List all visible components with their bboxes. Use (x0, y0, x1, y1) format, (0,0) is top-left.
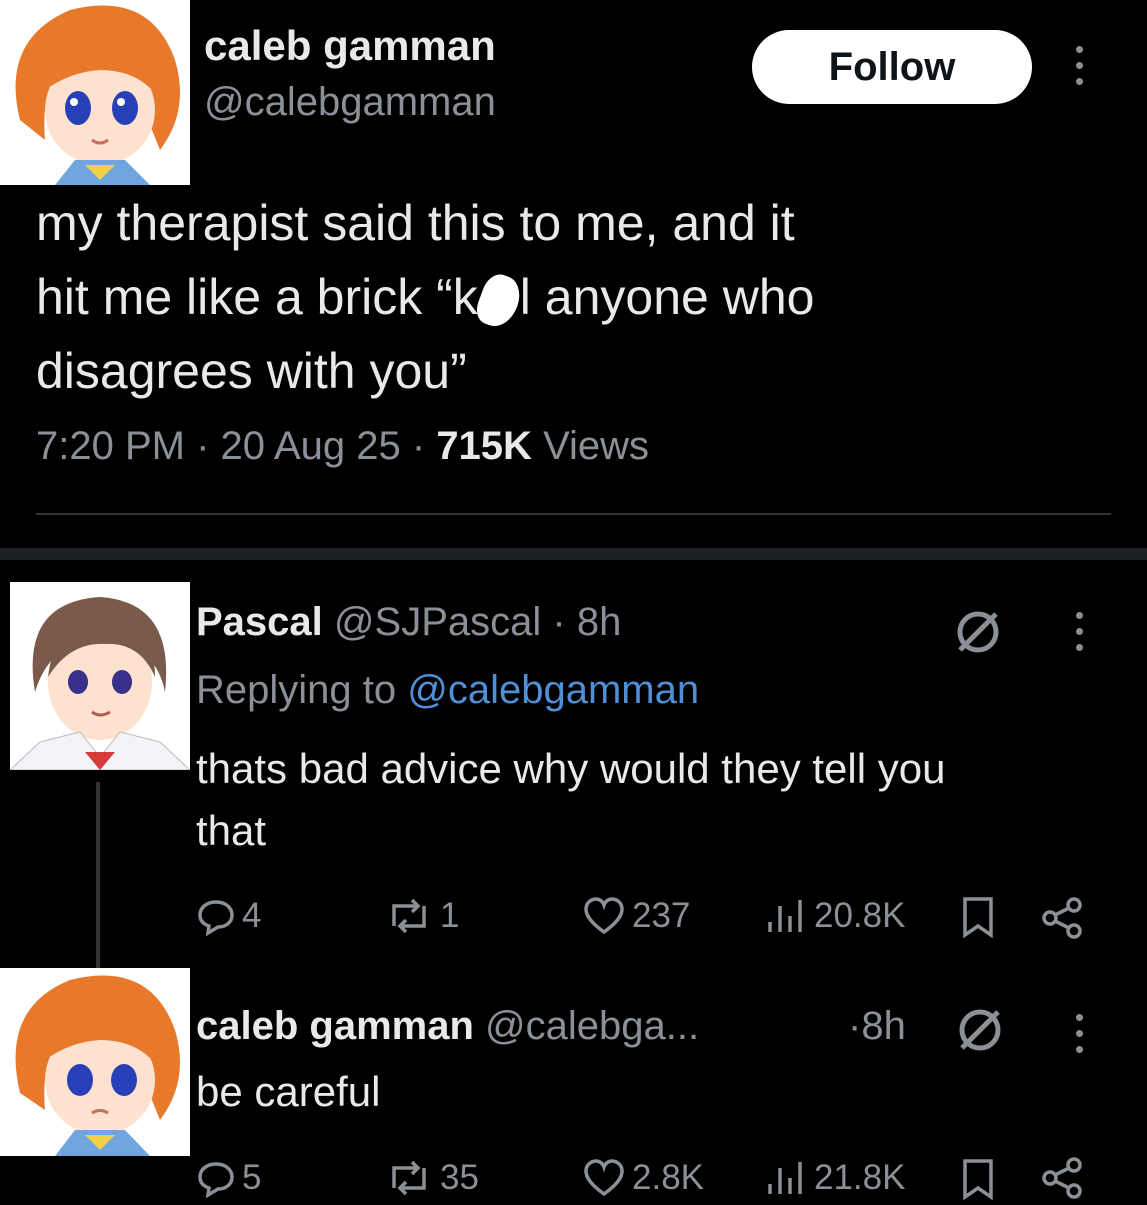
reply-header: Pascal @SJPascal · 8h (196, 600, 622, 644)
more-icon[interactable] (1076, 46, 1083, 85)
views-count: 715K (436, 424, 532, 468)
hidden-reply-icon[interactable] (954, 1004, 1006, 1061)
author-handle[interactable]: @SJPascal (334, 600, 541, 644)
reply-time[interactable]: 8h (861, 1004, 906, 1048)
reply-text: be careful (196, 1068, 381, 1115)
tweet-time[interactable]: 7:20 PM (36, 424, 185, 468)
reply-count: 5 (242, 1158, 262, 1197)
views-button[interactable]: 20.8K (764, 896, 905, 936)
author-name[interactable]: caleb gamman (196, 1004, 474, 1048)
share-icon (1042, 897, 1082, 939)
views-count: 21.8K (814, 1158, 906, 1197)
avatar[interactable] (0, 968, 190, 1156)
bookmark-icon (963, 897, 993, 939)
reply-button[interactable]: 4 (196, 896, 261, 936)
reply-icon (198, 900, 234, 936)
like-icon (584, 897, 624, 935)
repost-count: 1 (440, 896, 460, 935)
more-icon[interactable] (1076, 1014, 1083, 1053)
like-count: 237 (632, 896, 691, 935)
repost-icon (392, 898, 426, 934)
share-button[interactable] (1040, 1156, 1084, 1205)
replying-to: Replying to @calebgamman (196, 668, 700, 712)
reply-header: caleb gamman @calebga... (196, 1004, 699, 1049)
like-count: 2.8K (632, 1158, 704, 1197)
author-name[interactable]: Pascal (196, 600, 323, 644)
hidden-reply-icon[interactable] (952, 606, 1004, 663)
reply-button[interactable]: 5 (196, 1158, 261, 1198)
redaction-mark (472, 269, 526, 332)
like-icon (584, 1159, 624, 1197)
author-name[interactable]: caleb gamman (204, 22, 496, 70)
tweet-text-line: disagrees with you” (36, 343, 467, 399)
follow-button[interactable]: Follow (752, 30, 1032, 104)
more-icon[interactable] (1076, 612, 1083, 651)
bookmark-button[interactable] (960, 896, 996, 943)
views-icon (768, 900, 802, 932)
tweet-meta: 7:20 PM · 20 Aug 25 · 715K Views (36, 424, 650, 468)
like-button[interactable]: 237 (582, 896, 690, 936)
share-icon (1042, 1157, 1082, 1199)
reply-text: thats bad advice why would they tell you… (196, 745, 946, 854)
author-handle[interactable]: @calebga... (485, 1004, 699, 1048)
views-count: 20.8K (814, 896, 906, 935)
divider (36, 513, 1111, 515)
mention-link[interactable]: @calebgamman (407, 668, 699, 712)
views-label: Views (543, 424, 650, 468)
thread-line (96, 782, 100, 982)
author-handle[interactable]: @calebgamman (204, 80, 496, 125)
reply-count: 4 (242, 896, 262, 935)
reply-time[interactable]: 8h (577, 600, 622, 644)
tweet-text: my therapist said this to me, and it hit… (36, 186, 814, 408)
reply-icon (198, 1162, 234, 1198)
section-divider (0, 548, 1147, 560)
tweet-date[interactable]: 20 Aug 25 (221, 424, 401, 468)
repost-count: 35 (440, 1158, 479, 1197)
avatar[interactable] (0, 0, 190, 185)
bookmark-icon (963, 1159, 993, 1201)
like-button[interactable]: 2.8K (582, 1158, 704, 1198)
share-button[interactable] (1040, 896, 1084, 945)
avatar[interactable] (10, 582, 190, 770)
repost-button[interactable]: 1 (384, 896, 459, 936)
repost-icon (392, 1160, 426, 1196)
views-button[interactable]: 21.8K (764, 1158, 905, 1198)
tweet-text-line: hit me like a brick “k l anyone who (36, 260, 814, 334)
bookmark-button[interactable] (960, 1158, 996, 1205)
reply-time-group: ·8h (848, 1004, 906, 1048)
tweet-text-line: my therapist said this to me, and it (36, 195, 795, 251)
views-icon (768, 1162, 802, 1194)
repost-button[interactable]: 35 (384, 1158, 479, 1198)
